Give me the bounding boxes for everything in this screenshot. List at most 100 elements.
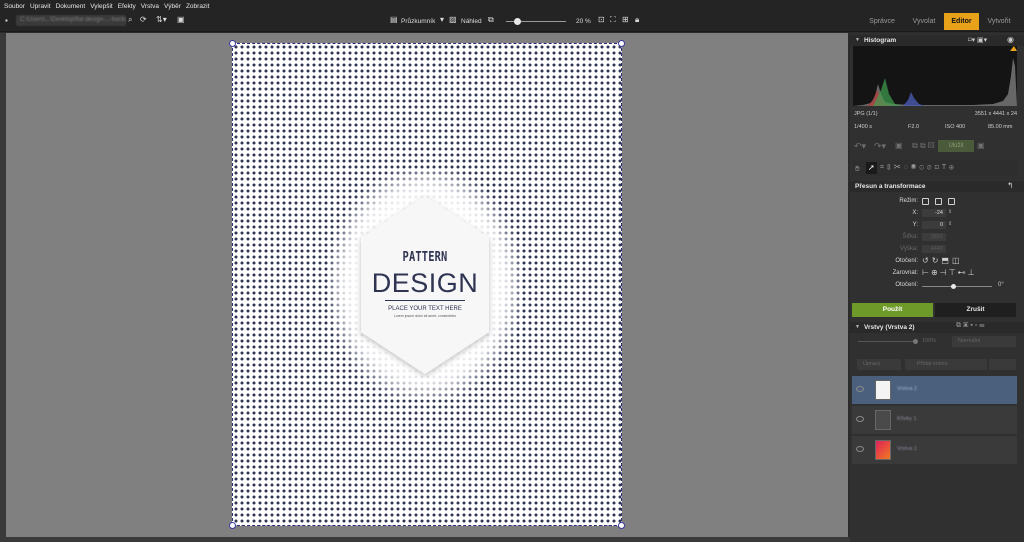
rotation-slider[interactable] — [922, 286, 992, 287]
y-spinner[interactable]: ⇕ — [948, 221, 952, 227]
mode-icon-1[interactable] — [922, 198, 929, 205]
menu-selection[interactable]: Výběr — [164, 3, 181, 10]
shutter-speed: 1/400 s — [854, 124, 873, 130]
histogram-graph — [853, 46, 1017, 106]
redo-icon[interactable]: ↷▾ — [874, 141, 886, 152]
explorer-icon: ▤ — [390, 15, 398, 24]
histogram-header[interactable]: ▼ Histogram — [850, 35, 1024, 46]
refresh-icon[interactable]: ⟳ — [140, 15, 147, 24]
chevron-down-icon[interactable]: ▾ — [440, 15, 444, 24]
handle-bottom-left[interactable] — [229, 522, 236, 529]
preview-button[interactable]: Náhled — [461, 18, 482, 25]
menu-bar: Soubor Upravit Dokument Vylepšit Efekty … — [0, 0, 1024, 12]
layer-row[interactable]: Vrstva 1 — [852, 436, 1017, 464]
tab-develop[interactable]: Vyvolat — [904, 13, 944, 30]
mode-label: Režim: — [899, 198, 918, 204]
menu-file[interactable]: Soubor — [4, 3, 25, 10]
path-input[interactable]: C:\Users\...\Desktop\flat-design-...-bac… — [16, 15, 126, 26]
mode-icon-3[interactable] — [948, 198, 955, 205]
height-input[interactable]: 4441 — [922, 245, 946, 253]
layer-name: Vrstva 1 — [897, 446, 917, 452]
copy-icon[interactable]: ⧉ ⧉ ▨ — [912, 141, 934, 151]
opacity-value: 100% — [922, 338, 937, 344]
fit-icon[interactable]: ⛶ — [610, 15, 616, 25]
tab-editor[interactable]: Editor — [944, 13, 979, 30]
opacity-slider[interactable] — [858, 341, 916, 342]
layer-thumbnail — [875, 380, 891, 400]
eye-icon[interactable] — [856, 416, 864, 422]
transform-frame — [232, 43, 622, 526]
external-icon[interactable]: ⧉ — [488, 15, 494, 25]
transform-header: Přesun a transformace — [850, 181, 1024, 192]
menu-document[interactable]: Dokument — [56, 3, 86, 10]
tab-create[interactable]: Vytvořit — [981, 13, 1017, 30]
tool-icons[interactable]: ⌗⇕✂◌◉⊙⊘⊡T⊕ — [880, 164, 957, 172]
menu-enhance[interactable]: Vylepšit — [90, 3, 113, 10]
actual-size-icon[interactable]: ⊡ — [598, 15, 605, 24]
eye-icon[interactable] — [856, 446, 864, 452]
handle-top-right[interactable] — [618, 40, 625, 47]
x-input[interactable]: -24 — [922, 209, 946, 217]
layer-edit-button[interactable]: Úpravy — [857, 359, 901, 370]
apply-button[interactable]: Použít — [852, 303, 933, 317]
height-label: Výška: — [899, 246, 918, 252]
aperture: F2.0 — [908, 124, 920, 130]
sort-icon[interactable]: ⇅▾ — [156, 15, 167, 24]
folder-icon[interactable]: ▪ — [5, 16, 8, 25]
layer-row[interactable]: Vrstva 2 — [852, 376, 1017, 404]
rotation-label: Otočení: — [895, 282, 918, 288]
collapse-icon[interactable]: ▼ — [855, 35, 860, 46]
bottom-panel-collapse[interactable] — [0, 537, 850, 542]
zoom-slider-knob[interactable] — [514, 18, 521, 25]
transform-title: Přesun a transformace — [855, 183, 926, 190]
x-label: X: — [912, 210, 918, 216]
y-input[interactable]: 0 — [922, 221, 946, 229]
layer-menu-button[interactable] — [989, 359, 1016, 370]
grid-icon[interactable]: ⊞ — [622, 15, 629, 24]
layer-tool-icons[interactable]: ⧉▣▪▫☰ — [956, 322, 987, 330]
reset-icon[interactable]: ↰ — [1007, 181, 1014, 190]
menu-edit[interactable]: Upravit — [30, 3, 51, 10]
undo-icon[interactable]: ↶▾ — [854, 141, 866, 152]
mode-icon-2[interactable] — [935, 198, 942, 205]
focal-length: 85.00 mm — [988, 124, 1013, 130]
rotate-label: Otočení: — [895, 258, 918, 264]
tab-manager[interactable]: Správce — [862, 13, 902, 30]
save-button[interactable]: Uložit — [938, 140, 974, 152]
explorer-button[interactable]: Průzkumník — [401, 18, 435, 25]
eye-icon[interactable] — [856, 386, 864, 392]
histogram-title: Histogram — [864, 37, 897, 44]
rotate-icons[interactable]: ↺↻⬒◫ — [922, 256, 963, 265]
histogram-settings-icon[interactable]: ◉ — [1007, 35, 1014, 44]
handle-top-left[interactable] — [229, 40, 236, 47]
lock-icon[interactable]: 🔒︎ — [635, 15, 639, 25]
hand-tool-icon[interactable]: ✋︎ — [855, 164, 860, 174]
layers-header[interactable]: ▼ Vrstvy (Vrstva 2) — [850, 322, 1024, 333]
add-layer-button[interactable]: Přidat vrstvu — [905, 359, 987, 370]
menu-effects[interactable]: Efekty — [118, 3, 136, 10]
align-icons[interactable]: ⊢⊕⊣⊤⊷⊥ — [922, 268, 977, 277]
rotation-slider-knob[interactable] — [951, 284, 956, 289]
layer-thumbnail — [875, 440, 891, 460]
x-spinner[interactable]: ⇕ — [948, 209, 952, 215]
image-format: JPG (1/1) — [854, 111, 878, 117]
search-icon[interactable]: ⌕ — [128, 15, 132, 25]
move-tool-icon[interactable]: ➚ — [868, 163, 875, 172]
menu-layer[interactable]: Vrstva — [141, 3, 159, 10]
layer-name: Křivky 1 — [897, 416, 917, 422]
new-folder-icon[interactable]: ▣ — [177, 15, 185, 24]
image-dimensions: 3551 x 4441 x 24 — [974, 111, 1017, 117]
y-label: Y: — [912, 222, 918, 228]
opacity-slider-knob[interactable] — [913, 339, 918, 344]
align-label: Zarovnat: — [892, 270, 918, 276]
handle-bottom-right[interactable] — [618, 522, 625, 529]
layer-row[interactable]: Křivky 1 — [852, 406, 1017, 434]
width-input[interactable]: 3551 — [922, 233, 946, 241]
menu-view[interactable]: Zobrazit — [186, 3, 209, 10]
history-icon[interactable]: ▣ — [895, 141, 903, 150]
collapse-icon[interactable]: ▼ — [855, 322, 860, 333]
histogram-options-icon[interactable]: ⌑▾ ▣▾ — [968, 36, 987, 44]
cancel-button[interactable]: Zrušit — [935, 303, 1016, 317]
save-as-icon[interactable]: ▣ — [977, 141, 985, 150]
blend-mode-select[interactable]: Normální — [952, 336, 1016, 347]
